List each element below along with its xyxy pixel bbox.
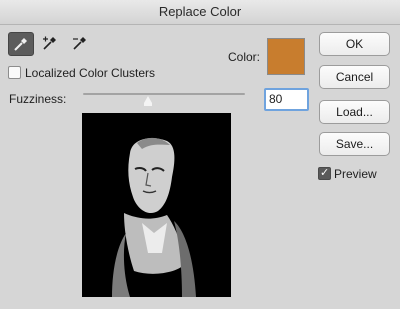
fuzziness-slider-thumb-base[interactable] [143, 103, 152, 106]
fuzziness-input[interactable]: 80 [264, 88, 309, 111]
color-swatch[interactable] [267, 38, 305, 75]
localized-clusters-label: Localized Color Clusters [25, 66, 156, 80]
dialog-title: Replace Color [0, 0, 400, 25]
eyedropper-icon [14, 38, 27, 51]
fuzziness-slider[interactable] [83, 93, 245, 95]
eyedropper-tool[interactable] [8, 32, 34, 56]
portrait-mask-image [82, 113, 231, 297]
preview-label: Preview [334, 167, 377, 181]
cancel-button[interactable]: Cancel [319, 65, 390, 89]
eyedropper-minus-icon [73, 37, 86, 50]
save-button[interactable]: Save... [319, 132, 390, 156]
checkmark-icon: ✓ [320, 167, 330, 179]
load-button[interactable]: Load... [319, 100, 390, 124]
eyedropper-add-tool[interactable] [38, 32, 62, 54]
fuzziness-slider-thumb[interactable] [143, 96, 152, 103]
localized-clusters-checkbox[interactable] [8, 66, 21, 79]
eyedropper-plus-icon [43, 36, 56, 50]
selection-preview [82, 113, 231, 297]
ok-button[interactable]: OK [319, 32, 390, 56]
fuzziness-label: Fuzziness: [9, 92, 67, 106]
eyedropper-subtract-tool[interactable] [68, 32, 92, 54]
color-label: Color: [228, 50, 261, 64]
preview-checkbox[interactable]: ✓ [318, 167, 331, 180]
